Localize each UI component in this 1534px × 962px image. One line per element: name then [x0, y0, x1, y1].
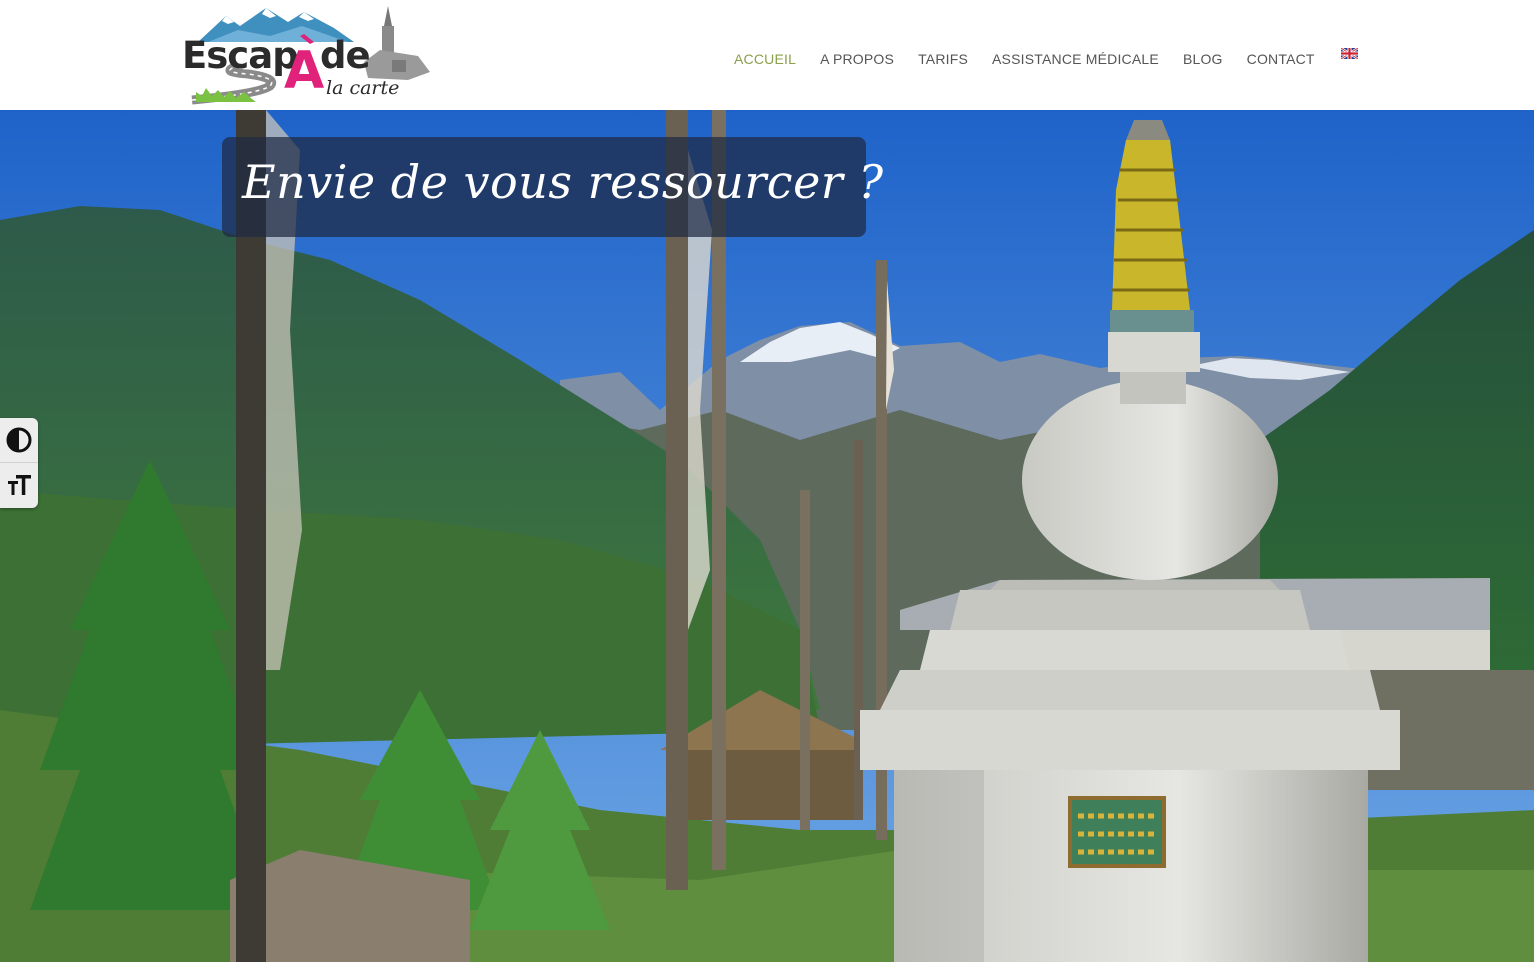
hero-headline: Envie de vous ressourcer ? — [242, 155, 884, 209]
site-logo[interactable]: Escap A de la carte — [178, 2, 434, 108]
nav-blog[interactable]: BLOG — [1171, 51, 1235, 67]
font-size-icon — [8, 475, 31, 495]
nav-accueil[interactable]: ACCUEIL — [722, 51, 808, 67]
contrast-toggle-button[interactable] — [0, 418, 38, 463]
font-size-button[interactable] — [0, 463, 38, 507]
nav-a-propos[interactable]: A PROPOS — [808, 51, 906, 67]
svg-text:de: de — [320, 34, 370, 77]
svg-text:Escap: Escap — [182, 34, 298, 77]
nav-tarifs[interactable]: TARIFS — [906, 51, 980, 67]
hero-headline-box: Envie de vous ressourcer ? — [222, 137, 883, 237]
hero-landscape-image — [0, 110, 1534, 962]
svg-text:la carte: la carte — [326, 77, 399, 99]
uk-flag-icon[interactable] — [1340, 47, 1358, 59]
contrast-icon — [6, 427, 32, 453]
nav-assistance-medicale[interactable]: ASSISTANCE MÉDICALE — [980, 51, 1171, 67]
nav-contact[interactable]: CONTACT — [1235, 51, 1327, 67]
svg-text:A: A — [284, 41, 324, 101]
main-nav: ACCUEIL A PROPOS TARIFS ASSISTANCE MÉDIC… — [722, 47, 1358, 71]
site-header: Escap A de la carte ACCUEIL A PROPOS TAR… — [0, 0, 1534, 110]
hero-banner — [0, 110, 1534, 962]
accessibility-toolbar — [0, 418, 38, 508]
